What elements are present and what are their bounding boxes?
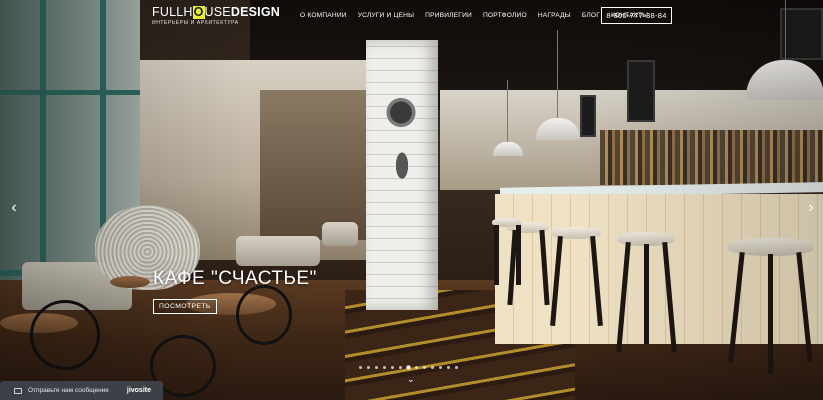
nav-item-blog[interactable]: БЛОГ	[582, 12, 600, 19]
chat-label: Отправьте нам сообщение	[28, 387, 109, 394]
slider-dot[interactable]	[399, 366, 402, 369]
phone-button[interactable]: 8-800-777-38-84	[601, 7, 672, 24]
photo-vignette	[0, 0, 823, 400]
chat-brand: jivosite	[126, 387, 151, 394]
nav-item-awards[interactable]: НАГРАДЫ	[538, 12, 571, 19]
site-logo[interactable]: FULLHOUSEDESIGN интерьеры и архитектура	[152, 5, 280, 27]
nav-item-privileges[interactable]: ПРИВИЛЕГИИ	[425, 12, 472, 19]
scroll-down-icon[interactable]: ⌄	[407, 374, 415, 385]
nav-item-portfolio[interactable]: ПОРТФОЛИО	[483, 12, 527, 19]
slider-dot[interactable]	[447, 366, 450, 369]
nav-item-about[interactable]: О КОМПАНИИ	[300, 12, 347, 19]
slider-dot[interactable]	[455, 366, 458, 369]
slider-next-icon[interactable]: ›	[805, 200, 817, 216]
slider-dot[interactable]	[407, 366, 410, 369]
slider-dot[interactable]	[423, 366, 426, 369]
slider-dot[interactable]	[367, 366, 370, 369]
message-icon	[14, 387, 22, 394]
slide-title: КАФЕ "СЧАСТЬЕ"	[153, 268, 317, 289]
hero-slide-image	[0, 0, 823, 400]
main-nav: О КОМПАНИИ УСЛУГИ И ЦЕНЫ ПРИВИЛЕГИИ ПОРТ…	[300, 12, 648, 19]
view-project-button[interactable]: ПОСМОТРЕТЬ	[153, 299, 217, 314]
slider-dot[interactable]	[391, 366, 394, 369]
logo-tagline: интерьеры и архитектура	[152, 20, 239, 26]
logo-wordmark: FULLHOUSEDESIGN	[152, 5, 280, 19]
slider-dot[interactable]	[415, 366, 418, 369]
slider-dot[interactable]	[375, 366, 378, 369]
slider-dot[interactable]	[359, 366, 362, 369]
slide-caption: КАФЕ "СЧАСТЬЕ" ПОСМОТРЕТЬ	[153, 268, 317, 314]
slider-dot[interactable]	[439, 366, 442, 369]
logo-house-mark: O	[192, 5, 205, 19]
nav-item-services[interactable]: УСЛУГИ И ЦЕНЫ	[358, 12, 414, 19]
slider-dot[interactable]	[431, 366, 434, 369]
site-header: FULLHOUSEDESIGN интерьеры и архитектура …	[0, 0, 823, 32]
slider-pagination	[359, 366, 458, 369]
slider-dot[interactable]	[383, 366, 386, 369]
slider-prev-icon[interactable]: ‹	[8, 200, 20, 216]
chat-widget[interactable]: Отправьте нам сообщение jivosite	[0, 381, 163, 400]
